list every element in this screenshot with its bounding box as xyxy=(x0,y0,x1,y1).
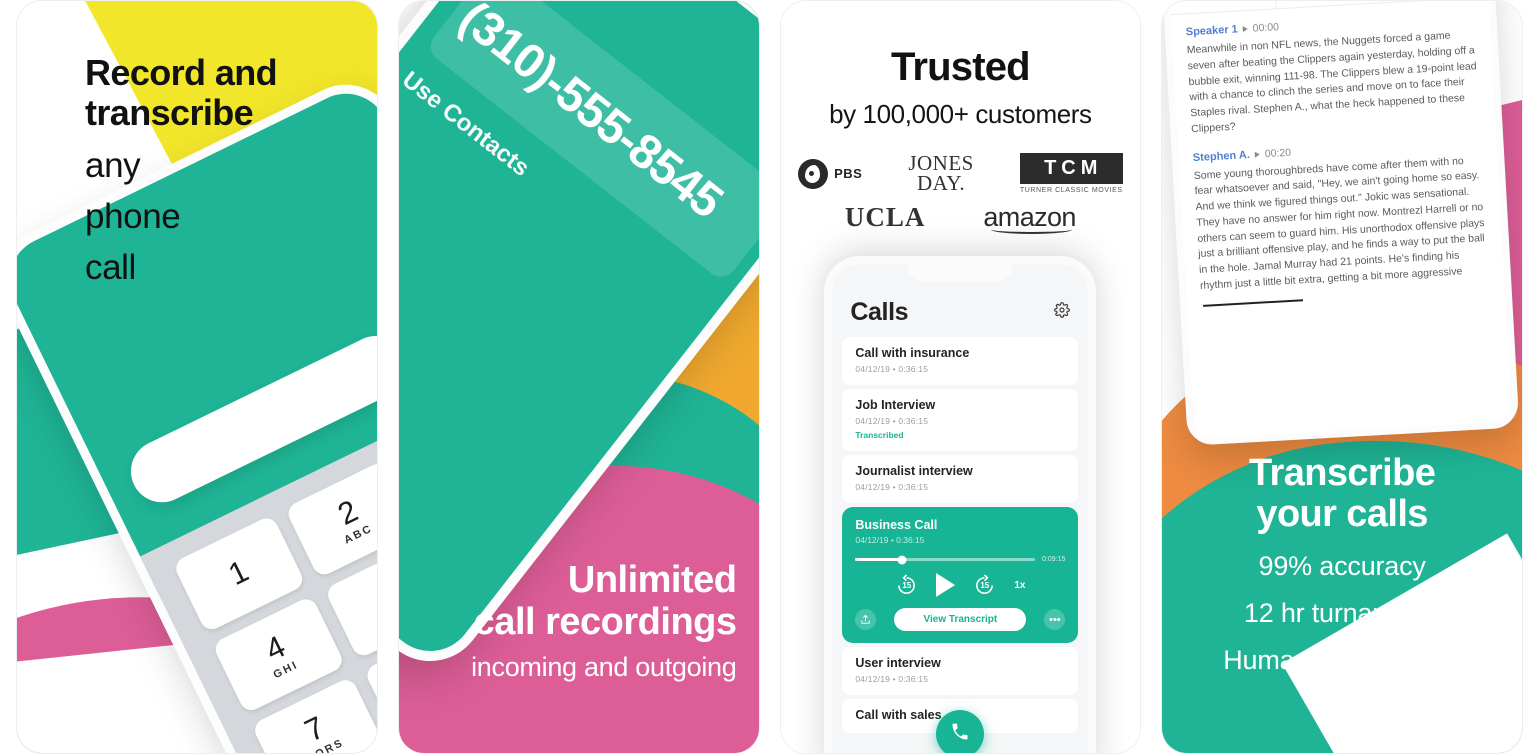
call-meta: 04/12/19 • 0:36:15 xyxy=(855,416,929,426)
gear-icon[interactable] xyxy=(1054,302,1071,323)
logo-row-2: UCLA amazon xyxy=(781,202,1141,234)
logo-row-1: PBS JONES DAY. TCM TURNER CLASSIC MOVIES xyxy=(781,153,1141,194)
trusted-header: Trusted by 100,000+ customers xyxy=(781,45,1141,130)
status-badge: Transcribed xyxy=(855,430,904,440)
call-meta: 04/12/19 • 0:36:15 xyxy=(855,364,929,374)
call-meta: 04/12/19 • 0:36:15 xyxy=(855,674,929,684)
headline-light-line2: phone xyxy=(85,196,181,236)
caption-line1: Unlimited xyxy=(567,559,737,602)
player-controls[interactable]: 15 15 1x xyxy=(855,573,1065,597)
panel2-caption: Unlimited call recordings incoming and o… xyxy=(399,560,737,683)
seek-knob[interactable] xyxy=(897,555,907,564)
headline-light-line3: call xyxy=(85,248,136,287)
caption-line2: your calls xyxy=(1256,493,1428,536)
transcript-text: Meanwhile in non NFL news, the Nuggets f… xyxy=(1186,29,1478,135)
headline-bold-line1: Record and xyxy=(85,52,278,93)
player-call-name: Business Call xyxy=(855,518,938,532)
list-item[interactable]: Journalist interview 04/12/19 • 0:36:15 xyxy=(842,455,1079,503)
speaker-name: Stephen A. xyxy=(1192,148,1251,164)
pbs-logo: PBS xyxy=(798,158,863,189)
bullet-human: Human transcription xyxy=(1223,645,1462,676)
caption-line1: Transcribe xyxy=(1249,452,1436,494)
new-call-fab[interactable] xyxy=(936,710,985,753)
phone-mockup-calls-list: Calls Call with insurance 04/12/19 • 0:3… xyxy=(824,256,1097,753)
tcm-logo: TCM TURNER CLASSIC MOVIES xyxy=(1019,153,1123,194)
customer-logos: PBS JONES DAY. TCM TURNER CLASSIC MOVIES… xyxy=(781,153,1141,234)
play-segment-icon[interactable] xyxy=(1242,25,1249,33)
calls-list[interactable]: Call with insurance 04/12/19 • 0:36:15 J… xyxy=(832,337,1088,733)
tcm-subtitle: TURNER CLASSIC MOVIES xyxy=(1019,187,1123,194)
seek-track[interactable] xyxy=(855,555,1036,564)
text-redaction-bar xyxy=(1203,298,1304,307)
transcript-body[interactable]: Speaker 1 00:00 Meanwhile in non NFL new… xyxy=(1171,1,1505,311)
dialpad-digit: 7 xyxy=(299,709,331,749)
more-icon[interactable]: ••• xyxy=(1044,609,1066,630)
caption-subtext: incoming and outgoing xyxy=(471,652,737,682)
jones-day-logo: JONES DAY. xyxy=(908,153,974,195)
list-item[interactable]: Job Interview 04/12/19 • 0:36:15 Transcr… xyxy=(842,389,1079,451)
play-segment-icon[interactable] xyxy=(1254,150,1261,158)
seek-bar[interactable]: 0:09:15 xyxy=(855,555,1066,564)
dialpad-digit: 2 xyxy=(332,492,364,532)
page-title: Calls xyxy=(850,298,909,326)
dialpad-digit: 1 xyxy=(222,552,254,593)
transcript-text: Some young thoroughbreds have come after… xyxy=(1194,152,1491,310)
call-name: Journalist interview xyxy=(855,464,973,478)
dialpad-digit: 5 xyxy=(371,573,378,613)
phone-notch xyxy=(908,264,1013,281)
tcm-wordmark: TCM xyxy=(1019,153,1123,184)
seek-fill xyxy=(855,558,903,561)
bullet-accuracy: 99% accuracy xyxy=(1258,551,1426,582)
transcript-block: Stephen A. 00:20 Some young thoroughbred… xyxy=(1193,135,1491,310)
panel4-caption: Transcribe your calls 99% accuracy 12 hr… xyxy=(1162,452,1522,676)
forward-seconds: 15 xyxy=(980,580,990,590)
phone-icon xyxy=(950,722,970,747)
ucla-logo: UCLA xyxy=(844,202,926,232)
phone-mockup-transcript: 5 1x Speed Speaker 1 00:00 Meanwhile xyxy=(1162,1,1520,446)
jones-day-line2: DAY. xyxy=(917,170,966,195)
panel1-headline: Record and transcribe any phone call xyxy=(85,52,278,287)
list-item[interactable]: Call with insurance 04/12/19 • 0:36:15 xyxy=(842,337,1079,385)
elapsed-time: 0:09:15 xyxy=(1042,556,1066,563)
forward-15-icon[interactable]: 15 xyxy=(973,573,996,597)
pbs-head-icon xyxy=(798,158,829,189)
play-icon[interactable] xyxy=(936,573,956,597)
caption-line2: call recordings xyxy=(473,601,737,644)
audio-player-card[interactable]: Business Call 04/12/19 • 0:36:15 0:09:15 xyxy=(842,507,1079,643)
transcript-block: Speaker 1 00:00 Meanwhile in non NFL new… xyxy=(1186,10,1482,138)
headline-light-line1: any xyxy=(85,145,141,185)
call-name: Call with insurance xyxy=(855,346,970,360)
player-actions[interactable]: View Transcript ••• xyxy=(855,608,1066,631)
amazon-logo: amazon xyxy=(983,202,1076,234)
player-call-meta: 04/12/19 • 0:36:15 xyxy=(855,535,925,545)
rewind-seconds: 15 xyxy=(902,580,912,590)
trusted-subtitle: by 100,000+ customers xyxy=(829,99,1092,129)
phone-number-value: (310)-555-8545 xyxy=(449,0,732,228)
trusted-title: Trusted xyxy=(890,45,1031,89)
list-item[interactable]: User interview 04/12/19 • 0:36:15 xyxy=(842,647,1079,695)
call-name: Job Interview xyxy=(855,398,936,412)
call-meta: 04/12/19 • 0:36:15 xyxy=(855,482,929,492)
play-icon xyxy=(1208,1,1236,2)
app-store-screenshot-gallery: Start Call 1 2ABC 3DEF 4GHI 5JKL 6MNO 7P… xyxy=(0,0,1539,754)
headline-bold-line2: transcribe xyxy=(85,92,254,134)
call-name: User interview xyxy=(855,656,941,670)
segment-timestamp: 00:20 xyxy=(1264,146,1292,160)
screenshot-panel-unlimited-recordings[interactable]: + (310)-555-8545 Use Contacts Unlimited … xyxy=(397,0,760,754)
transcript-text-value: Some young thoroughbreds have come after… xyxy=(1193,154,1486,292)
segment-timestamp: 00:00 xyxy=(1252,21,1280,35)
screenshot-panel-record-transcribe[interactable]: Start Call 1 2ABC 3DEF 4GHI 5JKL 6MNO 7P… xyxy=(16,0,378,754)
pbs-label: PBS xyxy=(834,166,863,181)
amazon-smile-icon xyxy=(991,225,1072,234)
view-transcript-button[interactable]: View Transcript xyxy=(894,608,1027,631)
playback-speed[interactable]: 1x xyxy=(1014,580,1025,591)
screenshot-panel-transcribe-your-calls[interactable]: 5 1x Speed Speaker 1 00:00 Meanwhile xyxy=(1161,0,1523,754)
bullet-turnaround: 12 hr turnaround xyxy=(1243,598,1441,629)
dialpad-digit: 4 xyxy=(259,628,291,668)
phone-notch xyxy=(646,1,759,36)
screenshot-panel-trusted[interactable]: Trusted by 100,000+ customers PBS JONES … xyxy=(779,0,1142,754)
rewind-15-icon[interactable]: 15 xyxy=(895,573,918,597)
speaker-name: Speaker 1 xyxy=(1185,23,1239,39)
share-icon[interactable] xyxy=(855,609,877,630)
